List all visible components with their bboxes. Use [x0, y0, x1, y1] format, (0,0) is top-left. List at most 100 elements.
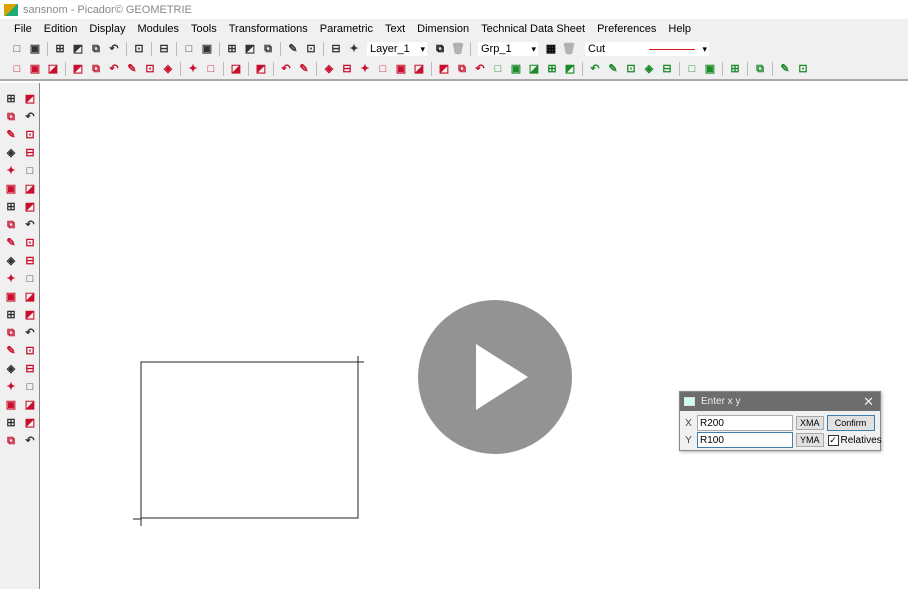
triangle-icon[interactable]: ⊟ — [660, 62, 674, 76]
frame-icon[interactable]: ✎ — [778, 62, 792, 76]
copy-icon[interactable]: ◩ — [243, 42, 257, 56]
menu-display[interactable]: Display — [89, 23, 125, 35]
polyline-icon[interactable]: ⊟ — [22, 146, 38, 160]
t1-icon[interactable]: □ — [10, 62, 24, 76]
move-select-icon[interactable]: ⊡ — [22, 128, 38, 142]
t7-icon[interactable]: ✎ — [125, 62, 139, 76]
paste-icon[interactable]: ⧉ — [261, 42, 275, 56]
close-icon[interactable]: ✕ — [863, 394, 874, 410]
select-arrow-icon[interactable]: ⊞ — [3, 92, 19, 106]
t6-icon[interactable]: ↶ — [107, 62, 121, 76]
text-icon[interactable]: ▣ — [3, 398, 19, 412]
menu-transformations[interactable]: Transformations — [229, 23, 308, 35]
insert-icon[interactable]: □ — [22, 164, 38, 178]
circle-center-icon[interactable]: ◪ — [22, 290, 38, 304]
cross-icon[interactable]: ↶ — [22, 218, 38, 232]
window-b-icon[interactable]: ⊟ — [22, 362, 38, 376]
t14-icon[interactable]: ↶ — [279, 62, 293, 76]
menu-edition[interactable]: Edition — [44, 23, 78, 35]
t15-icon[interactable]: ✎ — [297, 62, 311, 76]
t22-icon[interactable]: ◩ — [437, 62, 451, 76]
horizontal-line-icon[interactable]: ◩ — [22, 200, 38, 214]
t9-icon[interactable]: ◈ — [161, 62, 175, 76]
layer-window-icon[interactable]: ⧉ — [433, 42, 447, 56]
delete-x-icon[interactable]: ⧉ — [753, 62, 767, 76]
cut-icon[interactable]: ⊞ — [225, 42, 239, 56]
yma-button[interactable]: YMA — [796, 433, 824, 447]
v-shape-icon[interactable]: □ — [22, 272, 38, 286]
angle-line-icon[interactable]: ⊡ — [22, 236, 38, 250]
printer-icon[interactable]: ⊡ — [304, 42, 318, 56]
layers-icon[interactable]: ⊟ — [329, 42, 343, 56]
menu-dimension[interactable]: Dimension — [417, 23, 469, 35]
dim-v-icon[interactable]: ◪ — [527, 62, 541, 76]
snap-active-icon[interactable]: ⊡ — [796, 62, 810, 76]
radius-icon[interactable]: ◈ — [642, 62, 656, 76]
t16-icon[interactable]: ◈ — [322, 62, 336, 76]
print-list-icon[interactable]: ↶ — [107, 42, 121, 56]
window-a-icon[interactable]: ⊡ — [22, 344, 38, 358]
circle-diam-icon[interactable]: ⊡ — [624, 62, 638, 76]
gear-icon[interactable]: □ — [22, 380, 38, 394]
mirror-icon[interactable]: ▣ — [3, 290, 19, 304]
line-icon[interactable]: ◈ — [3, 146, 19, 160]
vertical-line-icon[interactable]: ⊞ — [3, 200, 19, 214]
t17-icon[interactable]: ⊟ — [340, 62, 354, 76]
cycle-icon[interactable]: ✦ — [3, 380, 19, 394]
trash-icon[interactable]: 🗑 — [451, 42, 465, 56]
open-folder-icon[interactable]: ▣ — [28, 42, 42, 56]
arrow-up-icon[interactable]: ↶ — [588, 62, 602, 76]
cut-line-icon[interactable]: ⧉ — [3, 434, 19, 448]
parallelogram-icon[interactable]: ▣ — [3, 182, 19, 196]
menu-parametric[interactable]: Parametric — [320, 23, 373, 35]
fillet-icon[interactable]: ✎ — [3, 344, 19, 358]
gear-icon[interactable]: ⊞ — [728, 62, 742, 76]
play-button[interactable] — [418, 300, 572, 454]
add-red-icon[interactable]: ⊟ — [157, 42, 171, 56]
shape-icon[interactable]: ◪ — [22, 182, 38, 196]
t13-icon[interactable]: ◩ — [254, 62, 268, 76]
export-icon[interactable]: ◩ — [71, 42, 85, 56]
menu-help[interactable]: Help — [668, 23, 691, 35]
t20-icon[interactable]: ▣ — [394, 62, 408, 76]
abc-text-icon[interactable]: ◪ — [22, 398, 38, 412]
eraser-icon[interactable]: ⧉ — [3, 110, 19, 124]
save-icon[interactable]: ⧉ — [89, 42, 103, 56]
t8-icon[interactable]: ⊡ — [143, 62, 157, 76]
relatives-checkbox[interactable]: ✓ — [827, 434, 839, 446]
menu-modules[interactable]: Modules — [137, 23, 179, 35]
t23-icon[interactable]: ⧉ — [455, 62, 469, 76]
blocks-icon[interactable]: ◈ — [3, 362, 19, 376]
layers-disabled-icon[interactable]: ✦ — [347, 42, 361, 56]
menu-preferences[interactable]: Preferences — [597, 23, 656, 35]
t12-icon[interactable]: ◪ — [229, 62, 243, 76]
t24-icon[interactable]: ↶ — [473, 62, 487, 76]
menu-file[interactable]: File — [14, 23, 32, 35]
arrow-diag-icon[interactable]: ◩ — [22, 416, 38, 430]
group-icon[interactable]: ▦ — [544, 42, 558, 56]
trash-icon[interactable]: 🗑 — [562, 42, 576, 56]
t19-icon[interactable]: □ — [376, 62, 390, 76]
print-preview-icon[interactable]: ✎ — [286, 42, 300, 56]
t11-icon[interactable]: □ — [204, 62, 218, 76]
t3-icon[interactable]: ◪ — [46, 62, 60, 76]
line-type-select[interactable]: Cut — [584, 41, 710, 57]
point-icon[interactable]: ✦ — [3, 272, 19, 286]
t21-icon[interactable]: ◪ — [412, 62, 426, 76]
drawn-rectangle[interactable] — [140, 361, 359, 519]
arrow-left-icon[interactable]: □ — [685, 62, 699, 76]
dim-arc-icon[interactable]: ⊞ — [545, 62, 559, 76]
arc-right-icon[interactable]: ◩ — [22, 308, 38, 322]
redo-icon[interactable]: ▣ — [200, 42, 214, 56]
t18-icon[interactable]: ✦ — [358, 62, 372, 76]
scissors-icon[interactable]: ↶ — [22, 434, 38, 448]
y-input[interactable] — [697, 432, 793, 448]
drawing-canvas[interactable] — [41, 83, 908, 589]
t2-icon[interactable]: ▣ — [28, 62, 42, 76]
t4-icon[interactable]: ◩ — [71, 62, 85, 76]
chamfer-icon[interactable]: ⊟ — [22, 254, 38, 268]
dim-multi-icon[interactable]: ◩ — [563, 62, 577, 76]
undo-icon[interactable]: □ — [182, 42, 196, 56]
import-icon[interactable]: ⊞ — [53, 42, 67, 56]
dim-w-icon[interactable]: ▣ — [509, 62, 523, 76]
